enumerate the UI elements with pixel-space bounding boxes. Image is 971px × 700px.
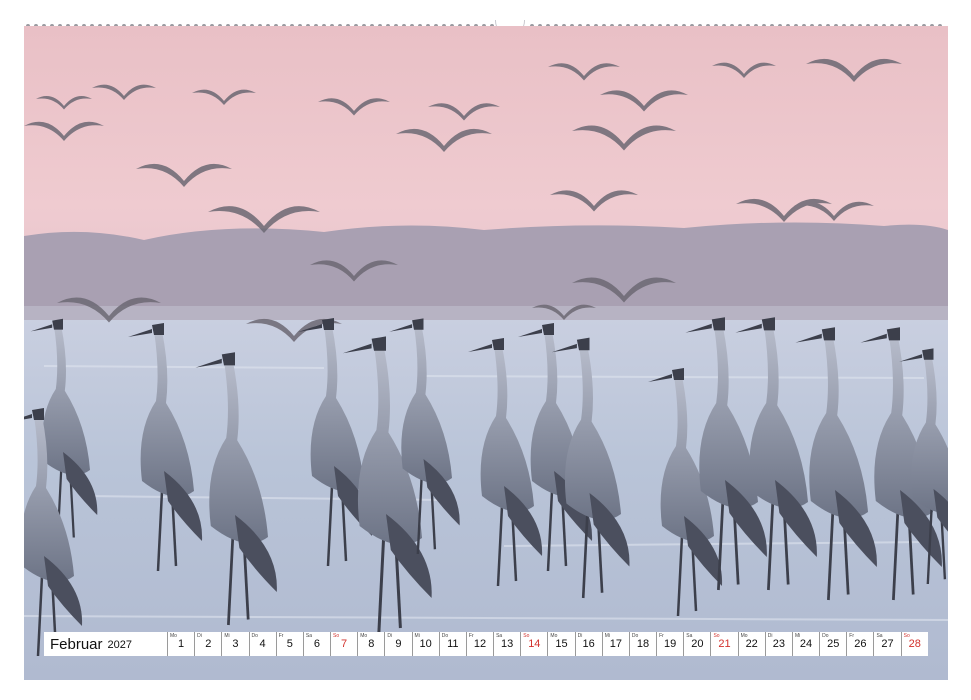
day-number: 23 xyxy=(772,638,785,650)
day-number: 26 xyxy=(854,638,867,650)
day-number: 3 xyxy=(232,638,239,650)
day-cell: Mi 10 xyxy=(413,632,440,656)
day-cell: Di 16 xyxy=(576,632,603,656)
day-number: 24 xyxy=(799,638,813,650)
day-cell: Mi 17 xyxy=(603,632,630,656)
day-cell: So 21 xyxy=(711,632,739,656)
day-number: 16 xyxy=(582,638,595,650)
day-cell: Sa 6 xyxy=(304,632,332,656)
day-cell: Sa 13 xyxy=(494,632,522,656)
day-cell: Mi 24 xyxy=(793,632,821,656)
day-number: 10 xyxy=(419,638,432,650)
month-label-box: Februar 2027 xyxy=(44,632,168,656)
day-cell: Do 18 xyxy=(630,632,658,656)
day-cell: So 14 xyxy=(521,632,549,656)
day-number: 5 xyxy=(286,638,293,650)
photo-illustration xyxy=(24,26,948,680)
day-cell: Mo 1 xyxy=(168,632,196,656)
day-cell: Di 23 xyxy=(766,632,793,656)
day-number: 9 xyxy=(395,638,402,650)
day-cell: Di 2 xyxy=(195,632,223,656)
day-number: 20 xyxy=(691,638,704,650)
day-cell: Mo 8 xyxy=(358,632,386,656)
year-label: 2027 xyxy=(107,639,133,651)
day-number: 12 xyxy=(473,638,487,650)
month-name: Februar xyxy=(50,635,103,653)
day-cell: Fr 12 xyxy=(467,632,495,656)
day-cell: Fr 26 xyxy=(847,632,875,656)
day-number: 18 xyxy=(636,638,650,650)
day-cell: Sa 20 xyxy=(684,632,712,656)
day-cell: Fr 5 xyxy=(277,632,304,656)
cranes-photo xyxy=(24,26,948,680)
day-number: 19 xyxy=(664,638,677,650)
day-number: 2 xyxy=(205,638,212,650)
day-number: 21 xyxy=(718,638,731,650)
day-number: 11 xyxy=(447,638,459,650)
day-number: 28 xyxy=(908,638,921,650)
day-number: 14 xyxy=(528,638,541,650)
day-number: 1 xyxy=(178,638,185,650)
day-number: 8 xyxy=(368,638,375,650)
day-number: 27 xyxy=(881,638,894,650)
day-number: 6 xyxy=(313,638,320,650)
day-cell: So 7 xyxy=(331,632,359,656)
day-cell: Fr 19 xyxy=(657,632,685,656)
day-cells: Mo 1 Di 2 Mi 3 Do 4 Fr 5 Sa 6 So 7 Mo 8 Di 9 Mi 10 Do 11 Fr 12 S… xyxy=(168,632,928,656)
day-cell: Do 4 xyxy=(250,632,277,656)
day-number: 25 xyxy=(827,638,840,650)
day-cell: Mo 15 xyxy=(548,632,576,656)
day-cell: Do 11 xyxy=(440,632,467,656)
day-cell: So 28 xyxy=(902,632,928,656)
day-number: 7 xyxy=(341,638,348,650)
calendar-strip: Februar 2027 Mo 1 Di 2 Mi 3 Do 4 Fr 5 Sa 6 So 7 Mo 8 Di 9… xyxy=(44,632,928,656)
day-number: 22 xyxy=(745,638,758,650)
day-number: 13 xyxy=(501,638,514,650)
day-number: 4 xyxy=(259,638,266,650)
day-cell: Sa 27 xyxy=(874,632,902,656)
day-cell: Mo 22 xyxy=(739,632,766,656)
day-number: 15 xyxy=(555,638,568,650)
day-cell: Mi 3 xyxy=(222,632,250,656)
day-cell: Di 9 xyxy=(385,632,413,656)
day-number: 17 xyxy=(609,638,622,650)
day-cell: Do 25 xyxy=(820,632,848,656)
